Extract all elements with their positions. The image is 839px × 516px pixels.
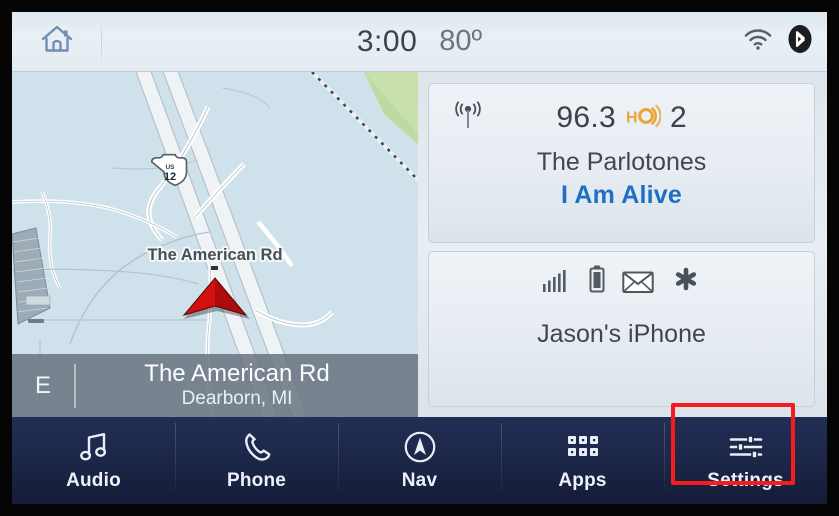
music-note-icon [79, 429, 109, 465]
svg-text:12: 12 [164, 171, 176, 183]
map-location-bar: E The American Rd Dearborn, MI [12, 354, 418, 417]
outside-temperature: 80º [439, 25, 483, 57]
radio-artist: The Parlotones [536, 148, 707, 176]
map-panel[interactable]: US 12 The American Rd The American Rd E … [12, 72, 418, 417]
nav-item-nav[interactable]: Nav [338, 417, 501, 504]
clock-temp-group: 3:00 80º [12, 12, 827, 71]
nav-label-settings: Settings [707, 470, 784, 491]
clock-time: 3:00 [356, 24, 418, 58]
compass-icon [403, 429, 437, 465]
nav-item-audio[interactable]: Audio [12, 417, 175, 504]
svg-text:The American Rd: The American Rd [147, 246, 282, 264]
header-divider [101, 20, 102, 64]
map-street: The American Rd [144, 360, 330, 388]
home-icon [40, 23, 74, 60]
phone-card[interactable]: Jason's iPhone [428, 251, 815, 407]
status-bar: 3:00 80º [12, 12, 827, 72]
svg-text:US: US [165, 164, 175, 171]
map-heading: E [34, 371, 51, 399]
home-button[interactable] [12, 12, 101, 71]
broadcast-tower-icon [451, 101, 485, 136]
battery-icon [589, 265, 605, 298]
radio-song-title: I Am Alive [560, 181, 683, 209]
nav-label-audio: Audio [66, 470, 121, 491]
radio-card[interactable]: 96.3 H 2 The Parlotones I Am Alive [428, 83, 815, 243]
phone-status-icons [429, 252, 814, 298]
bottom-navigation-bar: Audio Phone Nav Apps Settings [12, 417, 827, 504]
wifi-icon[interactable] [743, 27, 773, 56]
status-icon-group [743, 12, 813, 71]
radio-frequency-row: 96.3 H 2 [429, 84, 814, 135]
map-address-block: The American Rd Dearborn, MI [76, 360, 418, 410]
message-envelope-icon [622, 269, 654, 298]
right-panel: 96.3 H 2 The Parlotones I Am Alive Jason… [418, 72, 827, 417]
hd-channel-number: 2 [669, 101, 687, 134]
nav-label-phone: Phone [226, 470, 287, 491]
svg-text:H: H [626, 109, 638, 126]
grid-apps-icon [566, 429, 600, 465]
connected-phone-name: Jason's iPhone [537, 320, 706, 348]
radio-frequency: 96.3 [556, 101, 616, 134]
nav-item-apps[interactable]: Apps [501, 417, 664, 504]
hd-radio-icon: H [625, 103, 662, 134]
nav-item-phone[interactable]: Phone [175, 417, 338, 504]
nav-item-settings[interactable]: Settings [664, 417, 827, 504]
map-city-state: Dearborn, MI [181, 388, 293, 410]
roaming-icon [671, 265, 701, 298]
nav-label-apps: Apps [558, 470, 607, 491]
nav-label-nav: Nav [401, 470, 438, 491]
phone-handset-icon [241, 429, 273, 465]
infotainment-screen: 3:00 80º US 12 The American Rd The Ameri… [12, 12, 827, 504]
device-bezel: 3:00 80º US 12 The American Rd The Ameri… [0, 0, 839, 516]
bluetooth-icon[interactable] [787, 24, 813, 59]
sliders-icon [728, 429, 764, 465]
signal-bars-icon [542, 267, 572, 298]
